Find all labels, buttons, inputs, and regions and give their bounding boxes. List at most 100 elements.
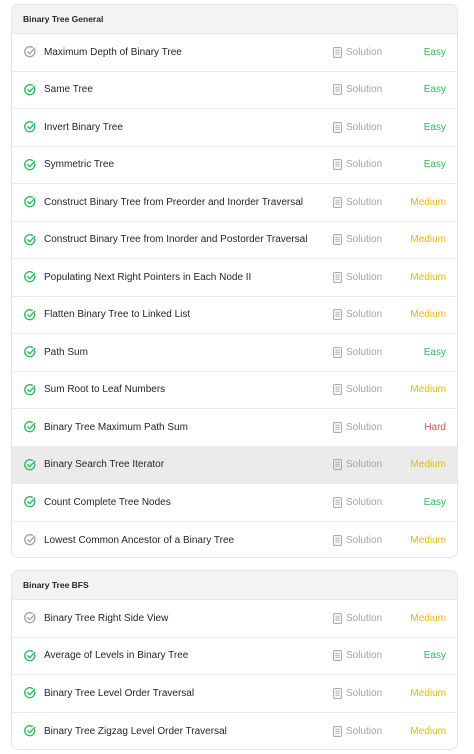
problem-title[interactable]: Sum Root to Leaf Numbers xyxy=(44,384,165,395)
problem-row[interactable]: Binary Tree Right Side View Solution Mediu… xyxy=(12,600,457,638)
problem-row[interactable]: Path Sum Solution Easy xyxy=(12,334,457,372)
difficulty-label: Medium xyxy=(410,234,446,246)
problem-title[interactable]: Count Complete Tree Nodes xyxy=(44,497,171,508)
problem-row[interactable]: Construct Binary Tree from Preorder and … xyxy=(12,184,457,222)
solution-label: Solution xyxy=(346,496,383,508)
problem-title[interactable]: Average of Levels in Binary Tree xyxy=(44,650,188,661)
problem-title[interactable]: Maximum Depth of Binary Tree xyxy=(44,47,182,58)
solved-check-icon xyxy=(24,383,36,396)
problem-row[interactable]: Flatten Binary Tree to Linked List Soluti… xyxy=(12,297,457,334)
solution-link[interactable]: Solution xyxy=(333,84,382,95)
problem-title[interactable]: Construct Binary Tree from Preorder and … xyxy=(44,197,303,208)
solved-check-icon xyxy=(24,687,36,699)
solved-check-icon xyxy=(24,83,36,96)
attempted-check-icon xyxy=(24,46,36,58)
problem-row[interactable]: Maximum Depth of Binary Tree Solution Easy xyxy=(12,34,457,72)
problem-title[interactable]: Invert Binary Tree xyxy=(44,122,123,133)
solution-link[interactable]: Solution xyxy=(333,650,382,661)
problem-title[interactable]: Binary Tree Maximum Path Sum xyxy=(44,422,188,433)
document-icon xyxy=(333,687,342,699)
difficulty-label: Easy xyxy=(423,346,446,358)
problem-row[interactable]: Sum Root to Leaf Numbers Solution Medium xyxy=(12,372,457,409)
problem-title[interactable]: Lowest Common Ancestor of a Binary Tree xyxy=(44,535,234,546)
solution-link[interactable]: Solution xyxy=(333,459,382,470)
section-binary-tree-bfs: Binary Tree BFS Binary Tree Right Side V… xyxy=(11,570,458,750)
problem-list: Maximum Depth of Binary Tree Solution Easy… xyxy=(12,34,457,558)
solution-label: Solution xyxy=(346,534,383,546)
problem-title[interactable]: Same Tree xyxy=(44,84,93,95)
solution-link[interactable]: Solution xyxy=(333,197,382,208)
problem-title[interactable]: Construct Binary Tree from Inorder and P… xyxy=(44,234,307,245)
solved-check-icon xyxy=(24,421,36,433)
problem-row[interactable]: Binary Tree Zigzag Level Order Traversal… xyxy=(12,713,457,750)
document-icon xyxy=(333,496,342,508)
solution-label: Solution xyxy=(346,309,383,321)
solution-link[interactable]: Solution xyxy=(333,613,382,624)
problem-title[interactable]: Binary Tree Zigzag Level Order Traversal xyxy=(44,726,227,737)
difficulty-label: Medium xyxy=(410,612,446,624)
solution-link[interactable]: Solution xyxy=(333,272,382,283)
solution-label: Solution xyxy=(346,346,383,358)
problem-row[interactable]: Populating Next Right Pointers in Each N… xyxy=(12,259,457,297)
solution-label: Solution xyxy=(346,612,383,624)
solution-label: Solution xyxy=(346,687,383,699)
solution-link[interactable]: Solution xyxy=(333,688,382,699)
problem-row[interactable]: Count Complete Tree Nodes Solution Easy xyxy=(12,484,457,522)
document-icon xyxy=(333,196,342,208)
difficulty-label: Easy xyxy=(423,84,446,96)
problem-title[interactable]: Binary Tree Right Side View xyxy=(44,613,168,624)
document-icon xyxy=(333,84,342,96)
solved-check-icon xyxy=(24,308,36,321)
solution-link[interactable]: Solution xyxy=(333,422,382,433)
solution-label: Solution xyxy=(346,121,383,133)
document-icon xyxy=(333,459,342,471)
solution-label: Solution xyxy=(346,84,383,96)
solution-link[interactable]: Solution xyxy=(333,347,382,358)
solution-link[interactable]: Solution xyxy=(333,535,382,546)
problem-row[interactable]: Binary Tree Level Order Traversal Solutio… xyxy=(12,675,457,713)
problem-title[interactable]: Binary Tree Level Order Traversal xyxy=(44,688,194,699)
problem-row[interactable]: Binary Search Tree Iterator Solution Mediu… xyxy=(12,446,457,484)
problem-row[interactable]: Same Tree Solution Easy xyxy=(12,72,457,109)
problem-row[interactable]: Average of Levels in Binary Tree Solution… xyxy=(12,638,457,675)
problem-row[interactable]: Symmetric Tree Solution Easy xyxy=(12,147,457,184)
solution-link[interactable]: Solution xyxy=(333,47,382,58)
solved-check-icon xyxy=(24,158,36,171)
problem-title[interactable]: Symmetric Tree xyxy=(44,159,114,170)
problem-row[interactable]: Invert Binary Tree Solution Easy xyxy=(12,109,457,147)
difficulty-label: Medium xyxy=(410,309,446,321)
document-icon xyxy=(333,346,342,358)
solution-link[interactable]: Solution xyxy=(333,384,382,395)
solution-link[interactable]: Solution xyxy=(333,159,382,170)
difficulty-label: Easy xyxy=(423,496,446,508)
document-icon xyxy=(333,234,342,246)
difficulty-label: Medium xyxy=(410,459,446,471)
difficulty-label: Easy xyxy=(423,46,446,58)
solution-link[interactable]: Solution xyxy=(333,309,382,320)
document-icon xyxy=(333,725,342,737)
solution-label: Solution xyxy=(346,650,383,662)
solution-link[interactable]: Solution xyxy=(333,122,382,133)
problem-title[interactable]: Populating Next Right Pointers in Each N… xyxy=(44,272,251,283)
difficulty-label: Easy xyxy=(423,159,446,171)
document-icon xyxy=(333,46,342,58)
solved-check-icon xyxy=(24,196,36,208)
solution-label: Solution xyxy=(346,196,383,208)
section-header: Binary Tree General xyxy=(12,5,457,34)
problem-row[interactable]: Binary Tree Maximum Path Sum Solution Hard xyxy=(12,409,457,447)
problem-row[interactable]: Lowest Common Ancestor of a Binary Tree S… xyxy=(12,522,457,558)
problem-title[interactable]: Binary Search Tree Iterator xyxy=(44,459,164,470)
problem-row[interactable]: Construct Binary Tree from Inorder and P… xyxy=(12,222,457,259)
problem-title[interactable]: Path Sum xyxy=(44,347,88,358)
solution-link[interactable]: Solution xyxy=(333,234,382,245)
difficulty-label: Hard xyxy=(424,421,446,433)
solution-label: Solution xyxy=(346,271,383,283)
document-icon xyxy=(333,534,342,546)
difficulty-label: Medium xyxy=(410,384,446,396)
solution-link[interactable]: Solution xyxy=(333,497,382,508)
problem-title[interactable]: Flatten Binary Tree to Linked List xyxy=(44,309,190,320)
document-icon xyxy=(333,121,342,133)
difficulty-label: Medium xyxy=(410,271,446,283)
document-icon xyxy=(333,421,342,433)
solution-link[interactable]: Solution xyxy=(333,726,382,737)
